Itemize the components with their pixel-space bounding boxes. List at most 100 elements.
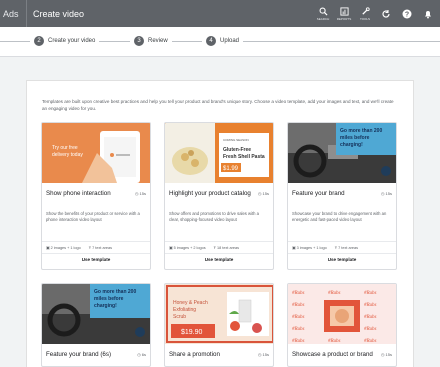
thumb-text-3: Scrub [173,314,186,320]
template-description: Showcase your brand to drive engagement … [292,211,387,222]
stepper: 2 Create your video 3 Review 4 Upload [0,27,440,57]
search-button[interactable]: SEARCH [315,7,331,21]
reports-button[interactable]: REPORTS [336,6,352,21]
templates-intro: Templates are built upon creative best p… [42,99,394,111]
template-name: Showcase a product or brand [292,351,373,358]
svg-text:#Rubs: #Rubs [364,327,377,332]
template-assets: ▣ 3 images + 1 logo Ŧ 7 text areas [288,241,396,253]
svg-text:#Rubs: #Rubs [292,303,305,308]
template-assets: ▣ 5 images + 2 logos Ŧ 18 text areas [165,241,273,253]
page-title: Create video [33,8,85,19]
svg-text:#Rubs: #Rubs [364,303,377,308]
template-card-product-catalog[interactable]: COMING SEASON Gluten-Free Fresh Shell Pa… [164,122,274,270]
thumb-text-2: delivery today [52,152,83,158]
template-card-feature-brand[interactable]: Go more than 200 miles before charging! … [287,122,397,270]
svg-text:#Rubs: #Rubs [364,339,377,344]
svg-text:miles before: miles before [340,135,370,141]
text-areas-count: Ŧ 18 text areas [213,245,239,250]
notifications-button[interactable] [420,9,436,19]
app-brand: Ads [3,8,19,19]
svg-text:#Rubs: #Rubs [292,339,305,344]
template-name: Feature your brand [292,190,345,197]
clock-icon: ◷ [258,191,262,196]
thumb-text-1: Honey & Peach [173,300,208,306]
step-create-video[interactable]: 2 Create your video [30,36,100,46]
duration-text: 15s [385,352,392,357]
template-thumbnail: Honey & Peach Exfoliating Scrub $19.90 [165,284,273,344]
top-app-bar: Ads Create video SEARCH REPORTS TOOLS ? [0,0,440,27]
template-name: Show phone interaction [46,190,111,197]
thumb-text-2: Exfoliating [173,307,196,313]
duration-text: 15s [385,191,392,196]
clock-icon: ◷ [258,352,262,357]
use-template-button[interactable]: Use template [288,253,396,265]
template-description: Show offers and promotions to drive sale… [169,211,260,222]
template-card-share-promotion[interactable]: Honey & Peach Exfoliating Scrub $19.90 S… [164,283,274,367]
template-card-showcase-product[interactable]: #Rubs #Rubs #Rubs #Rubs #Rubs #Rubs #Rubs #R… [287,283,397,367]
duration-text: 15s [262,352,269,357]
clock-icon: ◷ [381,352,385,357]
text-areas-count: Ŧ 7 text areas [88,245,112,250]
template-name: Share a promotion [169,351,220,358]
clock-icon: ◷ [381,191,385,196]
use-template-button[interactable]: Use template [165,253,273,265]
svg-text:#Rubs: #Rubs [364,315,377,320]
thumb-text-2: Fresh Shell Pasta [223,154,265,160]
search-icon [319,7,328,16]
step-upload[interactable]: 4 Upload [202,36,244,46]
template-thumbnail: COMING SEASON Gluten-Free Fresh Shell Pa… [165,123,273,183]
duration-text: 15s [139,191,146,196]
step-number: 4 [206,36,216,46]
svg-text:#Rubs: #Rubs [328,339,341,344]
svg-text:#Rubs: #Rubs [292,327,305,332]
template-duration: ◷ 15s [381,191,392,196]
template-card-phone-interaction[interactable]: Try our free delivery today Show phone i… [41,122,151,270]
duration-text: 15s [262,191,269,196]
step-label: Review [148,38,168,44]
step-number: 2 [34,36,44,46]
tools-button[interactable]: TOOLS [357,6,373,21]
help-button[interactable]: ? [399,9,415,19]
thumb-text-1: Gluten-Free [223,147,251,153]
images-count: ▣ 5 images + 2 logos [169,246,206,250]
svg-text:?: ? [405,11,409,18]
svg-text:charging!: charging! [340,142,363,148]
step-label: Upload [220,38,240,44]
clock-icon: ◷ [137,352,141,357]
template-duration: ◷ 15s [135,191,146,196]
refresh-icon [382,9,390,18]
svg-text:#Rubs: #Rubs [328,291,341,296]
template-thumbnail: Go more than 200 miles before charging! [288,123,396,183]
search-label: SEARCH [316,16,330,21]
svg-text:#Rubs: #Rubs [292,291,305,296]
svg-text:#Rubs: #Rubs [292,315,305,320]
template-duration: ◷ 15s [258,352,269,357]
thumb-price: $1.99 [223,166,239,172]
images-count: ▣ 2 images + 1 logo [46,246,81,250]
template-thumbnail: Try our free delivery today [42,123,150,183]
bell-icon [425,10,431,18]
step-label: Create your video [48,38,96,44]
template-duration: ◷ 6s [137,352,146,357]
reports-icon [339,6,349,16]
refresh-button[interactable] [378,9,394,19]
duration-text: 6s [141,352,146,357]
images-count: ▣ 3 images + 1 logo [292,246,327,250]
text-areas-count: Ŧ 7 text areas [334,245,358,250]
template-card-feature-brand-6s[interactable]: Go more than 200 miles before charging! … [41,283,151,367]
thumb-text-1: Go more than 200 [340,128,382,134]
step-number: 3 [134,36,144,46]
template-duration: ◷ 15s [258,191,269,196]
step-review[interactable]: 3 Review [130,36,172,46]
help-icon: ? [402,9,412,18]
svg-text:charging!: charging! [94,303,117,309]
tools-icon [361,6,370,15]
template-description: Show the benefits of your product or ser… [46,211,140,222]
use-template-button[interactable]: Use template [42,253,150,265]
tools-label: TOOLS [359,16,371,21]
thumb-tag: COMING SEASON [223,138,249,142]
template-name: Highlight your product catalog [169,190,251,197]
reports-label: REPORTS [336,16,352,21]
thumb-price: $19.90 [181,329,203,336]
template-duration: ◷ 15s [381,352,392,357]
